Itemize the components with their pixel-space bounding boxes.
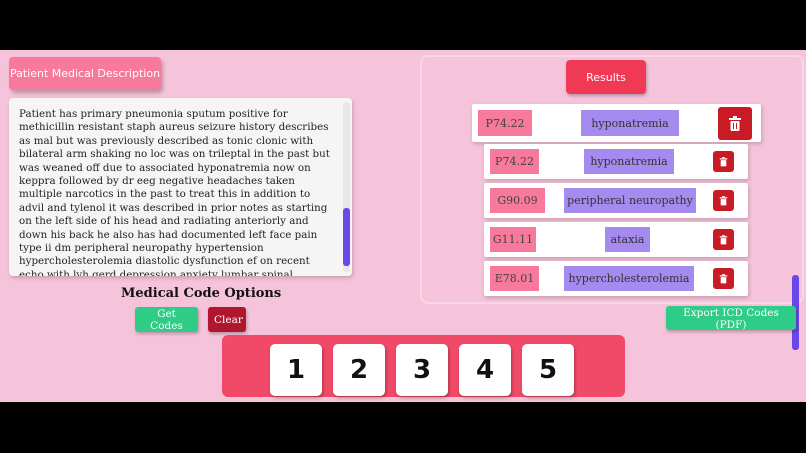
icd-code: P74.22 (478, 110, 532, 136)
icd-code: G11.11 (490, 227, 536, 252)
description-scrollbar-thumb[interactable] (343, 208, 350, 266)
delete-button[interactable] (713, 151, 734, 172)
trash-icon (729, 115, 741, 131)
result-row: G11.11 ataxia (484, 222, 748, 257)
condition-name: hyponatremia (584, 149, 674, 174)
page-button-4[interactable]: 4 (459, 344, 511, 396)
delete-button[interactable] (713, 190, 734, 211)
code-options-title: Medical Code Options (121, 286, 282, 301)
delete-button[interactable] (718, 107, 752, 140)
delete-button[interactable] (713, 229, 734, 250)
trash-icon (719, 156, 728, 166)
trash-icon (719, 195, 728, 205)
pagination-bar: 1 2 3 4 5 (222, 335, 625, 397)
page-button-1[interactable]: 1 (270, 344, 322, 396)
icd-code: P74.22 (490, 149, 539, 174)
condition-name: hyponatremia (581, 110, 679, 136)
result-row: P74.22 hyponatremia (472, 104, 761, 142)
page-button-2[interactable]: 2 (333, 344, 385, 396)
page-button-5[interactable]: 5 (522, 344, 574, 396)
result-row: G90.09 peripheral neuropathy (484, 183, 748, 218)
result-row: P74.22 hyponatremia (484, 144, 748, 179)
trash-icon (719, 273, 728, 283)
icd-code: E78.01 (490, 266, 539, 291)
delete-button[interactable] (713, 268, 734, 289)
get-codes-button[interactable]: Get Codes (135, 307, 198, 332)
condition-name: peripheral neuropathy (564, 188, 696, 213)
description-box[interactable]: Patient has primary pneumonia sputum pos… (9, 98, 352, 276)
description-text: Patient has primary pneumonia sputum pos… (19, 108, 330, 276)
result-row: E78.01 hypercholesterolemia (484, 261, 748, 296)
page-button-3[interactable]: 3 (396, 344, 448, 396)
clear-button[interactable]: Clear (208, 307, 246, 332)
app-window: Patient Medical Description Patient has … (0, 50, 806, 402)
icd-code: G90.09 (490, 188, 545, 213)
condition-name: ataxia (605, 227, 650, 252)
export-pdf-button[interactable]: Export ICD Codes (PDF) (666, 306, 796, 331)
trash-icon (719, 234, 728, 244)
results-button[interactable]: Results (566, 60, 646, 94)
description-header: Patient Medical Description (9, 57, 161, 90)
condition-name: hypercholesterolemia (564, 266, 694, 291)
